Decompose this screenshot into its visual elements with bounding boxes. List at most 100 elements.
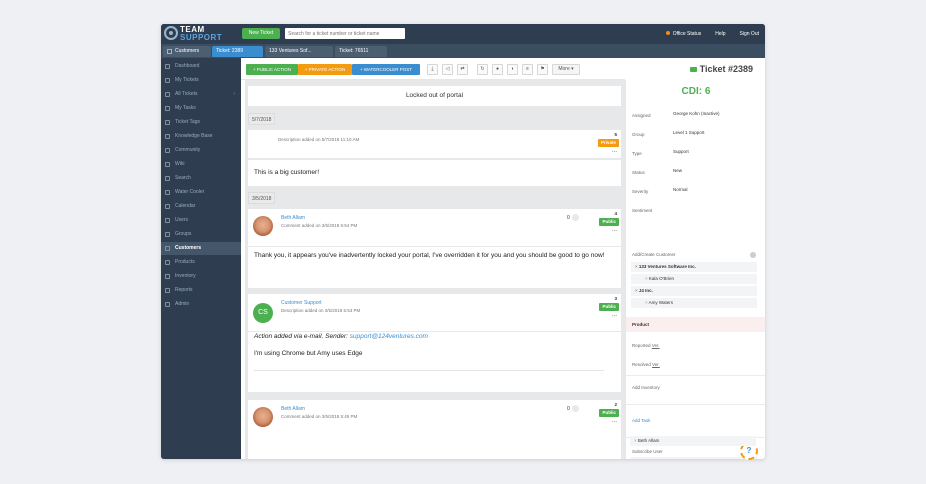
add-customer-icon[interactable] [750, 252, 756, 258]
comment-header: CS Customer Support Description added on… [248, 294, 621, 331]
refresh-icon[interactable]: ↻ [477, 64, 488, 75]
sidebar-item-reports[interactable]: Reports [161, 284, 241, 297]
customer-name: 133 Ventures Software Inc. [638, 264, 696, 269]
thumbs-up-icon [571, 405, 579, 412]
sidebar-item-my-tasks[interactable]: My Tasks [161, 102, 241, 115]
comment-body-text: Thank you, it appears you've inadvertent… [254, 252, 605, 259]
sidebar-item-customers[interactable]: Customers [161, 242, 241, 255]
sidebar-item-groups[interactable]: Groups [161, 228, 241, 241]
customers-icon [165, 246, 170, 251]
comment-author[interactable]: Customer Support [281, 300, 322, 306]
ticket-tags-icon [165, 120, 170, 125]
action-number: 3 [614, 296, 617, 301]
add-task-link[interactable]: Add Task [632, 418, 650, 423]
watercooler-post-button[interactable]: + WATERCOOLER POST [352, 64, 420, 75]
sign-out-link[interactable]: Sign Out [740, 31, 759, 37]
users-icon [165, 218, 170, 223]
sidebar-item-wiki[interactable]: Wiki [161, 158, 241, 171]
subscriber-chip[interactable]: × Beth Allam [630, 436, 756, 446]
like-button[interactable]: 0 [567, 405, 579, 412]
sidebar-item-search[interactable]: Search [161, 172, 241, 185]
sidebar-item-calendar[interactable]: Calendar [161, 200, 241, 213]
property-label: Severity [632, 189, 649, 194]
rss-icon[interactable]: ◗ [507, 64, 518, 75]
comment-menu-icon[interactable]: ... [612, 418, 617, 424]
sidebar-item-label: Knowledge Base [175, 133, 213, 139]
action-number: 2 [614, 402, 617, 407]
sidebar-item-label: My Tasks [175, 105, 196, 111]
ticket-search-input[interactable] [285, 28, 405, 39]
reported-ver-link[interactable]: Ver. [652, 343, 660, 348]
logo-icon [164, 26, 178, 40]
office-status-link[interactable]: Office Status [665, 31, 701, 37]
comment-menu-icon[interactable]: ... [612, 227, 617, 233]
sidebar-item-admin[interactable]: Admin [161, 298, 241, 311]
sidebar-item-community[interactable]: Community [161, 144, 241, 157]
tab-133-ventures[interactable]: 133 Ventures Sof... [265, 46, 333, 57]
sidebar-item-knowledge-base[interactable]: Knowledge Base [161, 130, 241, 143]
resolved-version[interactable]: Resolved Ver. [632, 362, 660, 367]
download-icon[interactable]: ⤓ [427, 64, 438, 75]
sidebar-item-my-tickets[interactable]: My Tickets [161, 74, 241, 87]
team-support-logo[interactable]: TEAM SUPPORT [164, 25, 236, 42]
property-label: Status [632, 170, 645, 175]
like-count: 0 [567, 405, 570, 412]
ticket-subject: Locked out of portal [248, 86, 621, 106]
customer-name: Kala O'Brien [648, 276, 675, 281]
customer-row[interactable]: × J4 Inc. [631, 286, 757, 296]
like-button[interactable]: 0 [567, 214, 579, 221]
sidebar-item-label: Customers [175, 245, 202, 251]
public-action-button[interactable]: + PUBLIC ACTION [246, 64, 298, 75]
flag-icon[interactable]: ⚑ [537, 64, 548, 75]
avatar [253, 216, 273, 236]
property-label: Assigned [632, 113, 651, 118]
action-menu-icon[interactable]: ... [612, 148, 617, 154]
customer-row[interactable]: × Kala O'Brien [631, 274, 757, 284]
tab-ticket-2389[interactable]: Ticket: 2389 [212, 46, 263, 57]
comment-menu-icon[interactable]: ... [612, 312, 617, 318]
main-content: + PUBLIC ACTION + PRIVATE ACTION + WATER… [241, 58, 765, 459]
sidebar-item-dashboard[interactable]: Dashboard [161, 60, 241, 73]
new-ticket-button[interactable]: New Ticket [242, 28, 280, 39]
sidebar-item-ticket-tags[interactable]: Ticket Tags [161, 116, 241, 129]
comment-body-text: I'm using Chrome but Amy uses Edge [254, 350, 363, 357]
customer-row[interactable]: × Amy Waters [631, 298, 757, 308]
divider [254, 370, 604, 371]
customer-row[interactable]: × 133 Ventures Software Inc. [631, 262, 757, 272]
private-badge: Private [597, 139, 619, 147]
property-value[interactable]: Support [673, 149, 689, 154]
action-item: Description added on 5/7/2018 11:10 AM 5… [248, 130, 621, 152]
comment-meta: Description added on 3/5/2018 5:53 PM [281, 308, 361, 313]
record-icon[interactable]: ● [492, 64, 503, 75]
comment-header: Beth Allam Comment added on 3/5/2018 5:4… [248, 400, 621, 459]
megaphone-icon[interactable]: ◁ [442, 64, 453, 75]
sidebar-item-users[interactable]: Users [161, 214, 241, 227]
more-dropdown[interactable]: More ▾ [552, 64, 580, 75]
comment-author[interactable]: Beth Allam [281, 406, 305, 412]
property-value[interactable]: George Kohn (Inactive) [673, 111, 720, 116]
add-inventory-link[interactable]: Add Inventory [632, 385, 660, 390]
property-value[interactable]: New [673, 168, 682, 173]
list-icon[interactable]: ≡ [522, 64, 533, 75]
sidebar-item-inventory[interactable]: Inventory [161, 270, 241, 283]
subscriber-row[interactable] [631, 457, 757, 459]
avatar [253, 407, 273, 427]
help-link[interactable]: Help [715, 31, 725, 37]
swap-icon[interactable]: ⇄ [457, 64, 468, 75]
private-action-button[interactable]: + PRIVATE ACTION [298, 64, 352, 75]
sender-email-link[interactable]: support@124ventures.com [350, 333, 428, 340]
tab-customers[interactable]: Customers [163, 46, 211, 57]
ticket-feed: Locked out of portal 5/7/2018 Descriptio… [245, 80, 625, 459]
tab-ticket-76511[interactable]: Ticket: 76511 [335, 46, 387, 57]
customer-name: J4 Inc. [638, 288, 653, 293]
property-value[interactable]: Level 1 Support [673, 130, 705, 135]
sidebar-item-water-cooler[interactable]: Water Cooler [161, 186, 241, 199]
reported-version[interactable]: Reported Ver. [632, 343, 660, 348]
sidebar-item-products[interactable]: Products [161, 256, 241, 269]
comment-author[interactable]: Beth Allam [281, 215, 305, 221]
resolved-ver-link[interactable]: Ver. [652, 362, 660, 367]
tab-label: Customers [175, 48, 200, 54]
property-value[interactable]: Normal [673, 187, 688, 192]
public-badge: Public [599, 303, 619, 311]
sidebar-item-all-tickets[interactable]: All Tickets › [161, 88, 241, 101]
